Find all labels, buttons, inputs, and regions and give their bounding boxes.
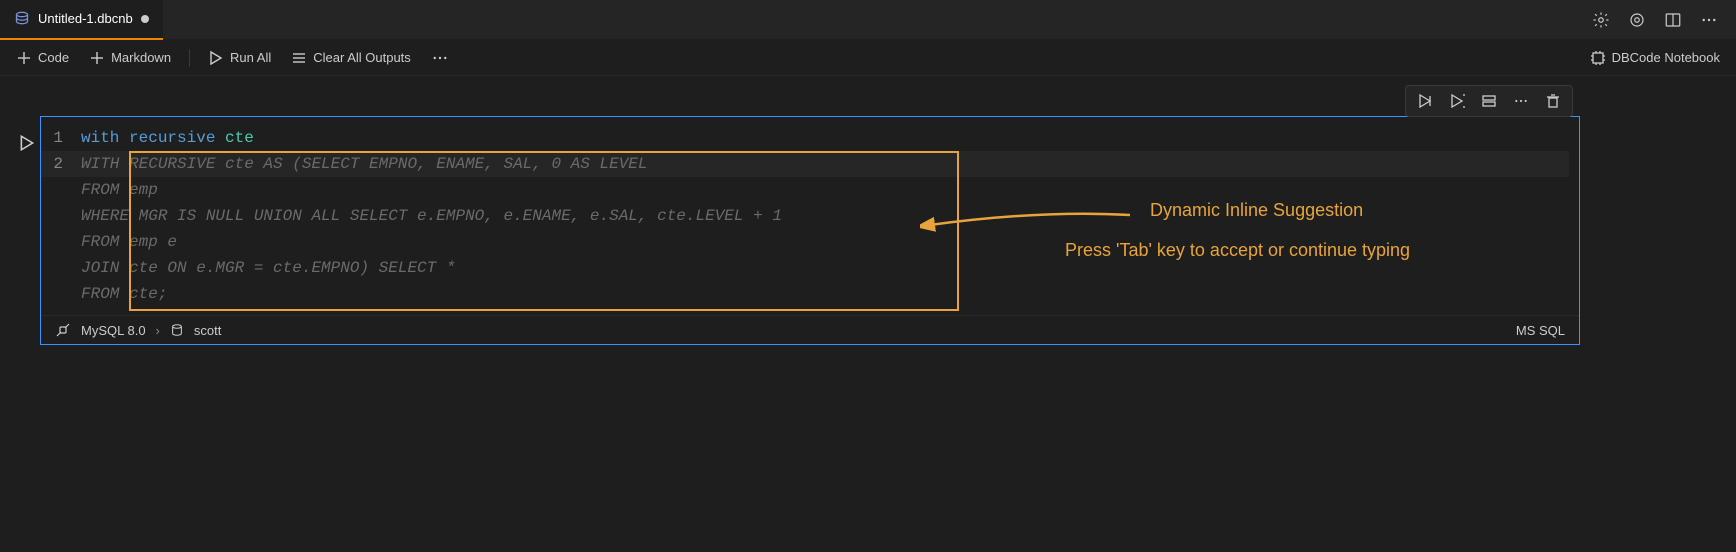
run-all-label: Run All	[230, 50, 271, 65]
delete-cell-icon[interactable]	[1542, 90, 1564, 112]
line-number: 1	[41, 125, 81, 151]
cell-status-bar: MySQL 8.0 › scott MS SQL	[41, 315, 1579, 344]
tab-bar: Untitled-1.dbcnb	[0, 0, 1736, 40]
code-text-line: with recursive cte	[81, 125, 254, 151]
cell-language-label[interactable]: MS SQL	[1516, 323, 1565, 338]
editor-tab[interactable]: Untitled-1.dbcnb	[0, 0, 163, 40]
chevron-right-icon: ›	[156, 323, 160, 338]
code-cell[interactable]: 1 with recursive cte 2 WITH RECURSIVE ct…	[40, 116, 1580, 345]
inline-suggestion-line: WITH RECURSIVE cte AS (SELECT EMPNO, ENA…	[81, 151, 648, 177]
cell-toolbar	[1405, 85, 1573, 117]
database-stack-icon	[14, 11, 30, 27]
split-editor-icon[interactable]	[1662, 9, 1684, 31]
separator	[189, 49, 190, 67]
schema-icon	[170, 323, 184, 337]
kernel-label: DBCode Notebook	[1612, 50, 1720, 65]
inline-suggestion-line: FROM cte;	[81, 281, 167, 307]
settings-ring-icon[interactable]	[1626, 9, 1648, 31]
split-cell-icon[interactable]	[1478, 90, 1500, 112]
cell-more-icon[interactable]	[1510, 90, 1532, 112]
notebook-toolbar: Code Markdown Run All Clear All Outputs …	[0, 40, 1736, 76]
add-markdown-label: Markdown	[111, 50, 171, 65]
cell-run-button[interactable]	[18, 134, 36, 152]
inline-suggestion-line: FROM emp e	[81, 229, 177, 255]
connection-label[interactable]: MySQL 8.0	[81, 323, 146, 338]
run-by-line-icon[interactable]	[1446, 90, 1468, 112]
tab-title: Untitled-1.dbcnb	[38, 11, 133, 26]
notebook-cell-area: 1 with recursive cte 2 WITH RECURSIVE ct…	[0, 76, 1736, 345]
editor-actions	[1590, 9, 1736, 31]
add-markdown-button[interactable]: Markdown	[83, 46, 177, 70]
clear-outputs-button[interactable]: Clear All Outputs	[285, 46, 417, 70]
inline-suggestion-line: FROM emp	[81, 177, 158, 203]
kernel-picker-button[interactable]: DBCode Notebook	[1584, 46, 1726, 70]
add-code-button[interactable]: Code	[10, 46, 75, 70]
line-number: 2	[41, 151, 81, 177]
add-code-label: Code	[38, 50, 69, 65]
manage-gear-icon[interactable]	[1590, 9, 1612, 31]
more-actions-icon[interactable]	[1698, 9, 1720, 31]
schema-label[interactable]: scott	[194, 323, 221, 338]
clear-outputs-label: Clear All Outputs	[313, 50, 411, 65]
connection-icon	[55, 322, 71, 338]
inline-suggestion-line: WHERE MGR IS NULL UNION ALL SELECT e.EMP…	[81, 203, 782, 229]
inline-suggestion-line: JOIN cte ON e.MGR = cte.EMPNO) SELECT *	[81, 255, 455, 281]
toolbar-more-button[interactable]	[425, 45, 455, 71]
dirty-indicator-icon	[141, 15, 149, 23]
code-editor[interactable]: 1 with recursive cte 2 WITH RECURSIVE ct…	[41, 117, 1579, 315]
run-cell-icon[interactable]	[1414, 90, 1436, 112]
run-all-button[interactable]: Run All	[202, 46, 277, 70]
